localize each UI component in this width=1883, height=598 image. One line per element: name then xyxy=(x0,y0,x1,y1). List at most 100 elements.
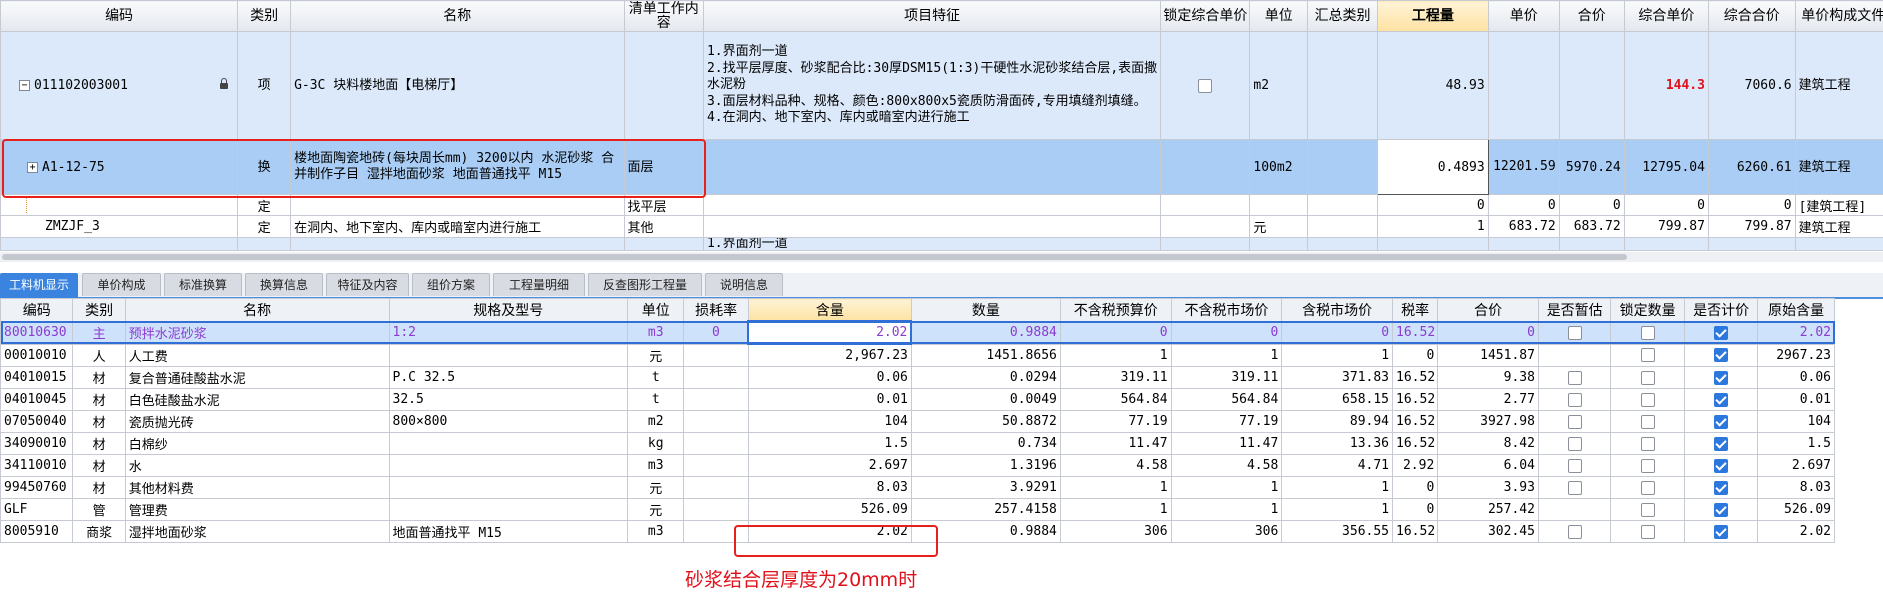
tab-description[interactable]: 说明信息 xyxy=(705,273,783,296)
col-price[interactable]: 单价 xyxy=(1487,0,1560,32)
resource-est-cell[interactable] xyxy=(1537,366,1612,389)
resource-lock-cell[interactable] xyxy=(1610,320,1685,345)
main-lock-checkbox[interactable] xyxy=(1160,31,1251,140)
resource-content[interactable]: 2.02 xyxy=(747,320,913,345)
col-work[interactable]: 清单工作内容 xyxy=(623,0,704,32)
resource-qty[interactable]: 3.9291 xyxy=(910,476,1061,499)
resource-est-cell[interactable] xyxy=(1537,388,1612,411)
resource-row[interactable]: 04010015 材复合普通硅酸盐水泥 P.C 32.5 t 0.06 0.0294 319… xyxy=(0,366,1835,389)
resource-name[interactable]: 白色硅酸盐水泥 xyxy=(124,388,390,411)
resource-content[interactable]: 0.01 xyxy=(747,388,912,411)
resource-content[interactable]: 2.697 xyxy=(747,454,912,477)
quota-row[interactable]: ZMZJF_3 定 在洞内、地下室内、库内或暗室内进行施工 其他 元 1 683… xyxy=(0,215,1883,238)
resource-row[interactable]: 07050040 材瓷质抛光砖 800×800 m2 104 50.8872 77.19 77… xyxy=(0,410,1835,433)
resource-row[interactable]: 34110010 材水 m3 2.697 1.3196 4.58 4.58 4.71 2.92 6… xyxy=(0,454,1835,477)
resource-name[interactable]: 人工费 xyxy=(124,343,390,367)
tab-reverse-lookup[interactable]: 反查图形工程量 xyxy=(588,273,702,296)
resource-content[interactable]: 526.09 xyxy=(747,498,912,521)
scrollbar-thumb[interactable] xyxy=(2,254,1627,260)
main-work[interactable] xyxy=(623,31,704,140)
col-lock-price[interactable]: 锁定综合单价 xyxy=(1160,0,1251,32)
checkbox-icon[interactable] xyxy=(1567,524,1582,539)
resource-loss[interactable] xyxy=(683,388,749,411)
resource-row[interactable]: GLF 管管理费元 526.09 257.4158 1 1 1 0 257.42 526.09 xyxy=(0,498,1835,521)
col-unit[interactable]: 单位 xyxy=(1249,0,1309,32)
resource-name[interactable]: 管理费 xyxy=(124,498,390,521)
resource-priced-cell[interactable] xyxy=(1683,366,1759,389)
resource-priced-cell[interactable] xyxy=(1683,520,1759,543)
tab-standard-conversion[interactable]: 标准换算 xyxy=(164,273,242,296)
resource-mkt[interactable]: 1 xyxy=(1170,498,1283,521)
resource-est-cell[interactable] xyxy=(1537,454,1612,477)
resource-content[interactable]: 104 xyxy=(747,410,912,433)
resource-spec[interactable]: 800×800 xyxy=(388,410,629,433)
resource-name[interactable]: 瓷质抛光砖 xyxy=(124,410,390,433)
resource-name[interactable]: 湿拌地面砂浆 xyxy=(124,520,390,543)
resource-lock-cell[interactable] xyxy=(1610,498,1685,521)
resource-name[interactable]: 白棉纱 xyxy=(124,432,390,455)
checkbox-icon[interactable] xyxy=(1640,458,1655,473)
checkbox-icon[interactable] xyxy=(1714,480,1729,495)
sub-build-file[interactable]: 建筑工程 xyxy=(1794,139,1883,195)
resource-lock-cell[interactable] xyxy=(1610,410,1685,433)
zm-work[interactable]: 其他 xyxy=(623,215,704,238)
resource-name[interactable]: 复合普通硅酸盐水泥 xyxy=(124,366,390,389)
resource-row[interactable]: 34090010 材白棉纱 kg 1.5 0.734 11.47 11.47 13.36 16.… xyxy=(0,432,1835,455)
resource-est-cell[interactable] xyxy=(1537,320,1612,345)
rcol-loss[interactable]: 损耗率 xyxy=(683,298,749,322)
rcol-orig[interactable]: 原始含量 xyxy=(1757,298,1835,322)
tab-quantity-detail[interactable]: 工程量明细 xyxy=(493,273,585,296)
resource-spec[interactable]: P.C 32.5 xyxy=(388,366,629,389)
resource-priced-cell[interactable] xyxy=(1683,432,1759,455)
checkbox-icon[interactable] xyxy=(1640,325,1655,340)
resource-spec[interactable]: 地面普通找平 M15 xyxy=(388,520,629,543)
col-qty[interactable]: 工程量 xyxy=(1376,0,1489,32)
next-bill-row[interactable]: 1.界面剂一道 xyxy=(0,237,1883,251)
zm-qty[interactable]: 1 xyxy=(1376,215,1489,238)
resource-priced-cell[interactable] xyxy=(1683,476,1759,499)
checkbox-icon[interactable] xyxy=(1714,325,1729,340)
def-qty[interactable]: 0 xyxy=(1376,194,1489,216)
col-combined-total[interactable]: 综合合价 xyxy=(1707,0,1796,32)
col-total[interactable]: 合价 xyxy=(1558,0,1625,32)
checkbox-icon[interactable] xyxy=(1714,392,1729,407)
resource-spec[interactable]: 32.5 xyxy=(388,388,629,411)
rcol-total[interactable]: 合价 xyxy=(1437,298,1539,322)
resource-qty[interactable]: 1451.8656 xyxy=(910,343,1061,367)
tab-labor-material[interactable]: 工料机显示 xyxy=(0,273,78,298)
rcol-qty[interactable]: 数量 xyxy=(910,298,1061,322)
resource-mkt[interactable]: 1 xyxy=(1170,343,1283,367)
rcol-priced[interactable]: 是否计价 xyxy=(1683,298,1759,322)
resource-mkt[interactable]: 4.58 xyxy=(1170,454,1283,477)
resource-row[interactable]: 04010045 材白色硅酸盐水泥 32.5 t 0.01 0.0049 564.84 564… xyxy=(0,388,1835,411)
resource-loss[interactable] xyxy=(683,343,749,367)
resource-loss[interactable] xyxy=(683,498,749,521)
checkbox-icon[interactable] xyxy=(1567,436,1582,451)
resource-qty[interactable]: 0.9884 xyxy=(910,320,1061,345)
checkbox-icon[interactable] xyxy=(1714,436,1729,451)
tab-pricing-scheme[interactable]: 组价方案 xyxy=(412,273,490,296)
resource-name[interactable]: 预拌水泥砂浆 xyxy=(124,320,390,345)
checkbox-icon[interactable] xyxy=(1198,78,1213,93)
resource-priced-cell[interactable] xyxy=(1683,498,1759,521)
resource-loss[interactable] xyxy=(683,410,749,433)
resource-lock-cell[interactable] xyxy=(1610,520,1685,543)
col-summary[interactable]: 汇总类别 xyxy=(1307,0,1378,32)
checkbox-icon[interactable] xyxy=(1567,458,1582,473)
resource-lock-cell[interactable] xyxy=(1610,476,1685,499)
resource-loss[interactable] xyxy=(683,366,749,389)
rcol-name[interactable]: 名称 xyxy=(124,298,390,322)
resource-qty[interactable]: 0.0294 xyxy=(910,366,1061,389)
resource-row[interactable]: 99450760 材其他材料费元 8.03 3.9291 1 1 1 0 3.93 8.03 xyxy=(0,476,1835,499)
resource-lock-cell[interactable] xyxy=(1610,343,1685,367)
resource-est-cell[interactable] xyxy=(1537,520,1612,543)
checkbox-icon[interactable] xyxy=(1640,392,1655,407)
checkbox-icon[interactable] xyxy=(1640,502,1655,517)
col-name[interactable]: 名称 xyxy=(290,0,625,32)
col-type[interactable]: 类别 xyxy=(237,0,292,32)
rcol-mkt[interactable]: 不含税市场价 xyxy=(1170,298,1283,322)
rcol-est[interactable]: 是否暂估 xyxy=(1537,298,1612,322)
bill-item-row[interactable]: −011102003001 项 G-3C 块料楼地面【电梯厅】 1.界面剂一道 … xyxy=(0,31,1883,140)
sub-features[interactable] xyxy=(702,139,1162,195)
main-name[interactable]: G-3C 块料楼地面【电梯厅】 xyxy=(290,31,625,140)
